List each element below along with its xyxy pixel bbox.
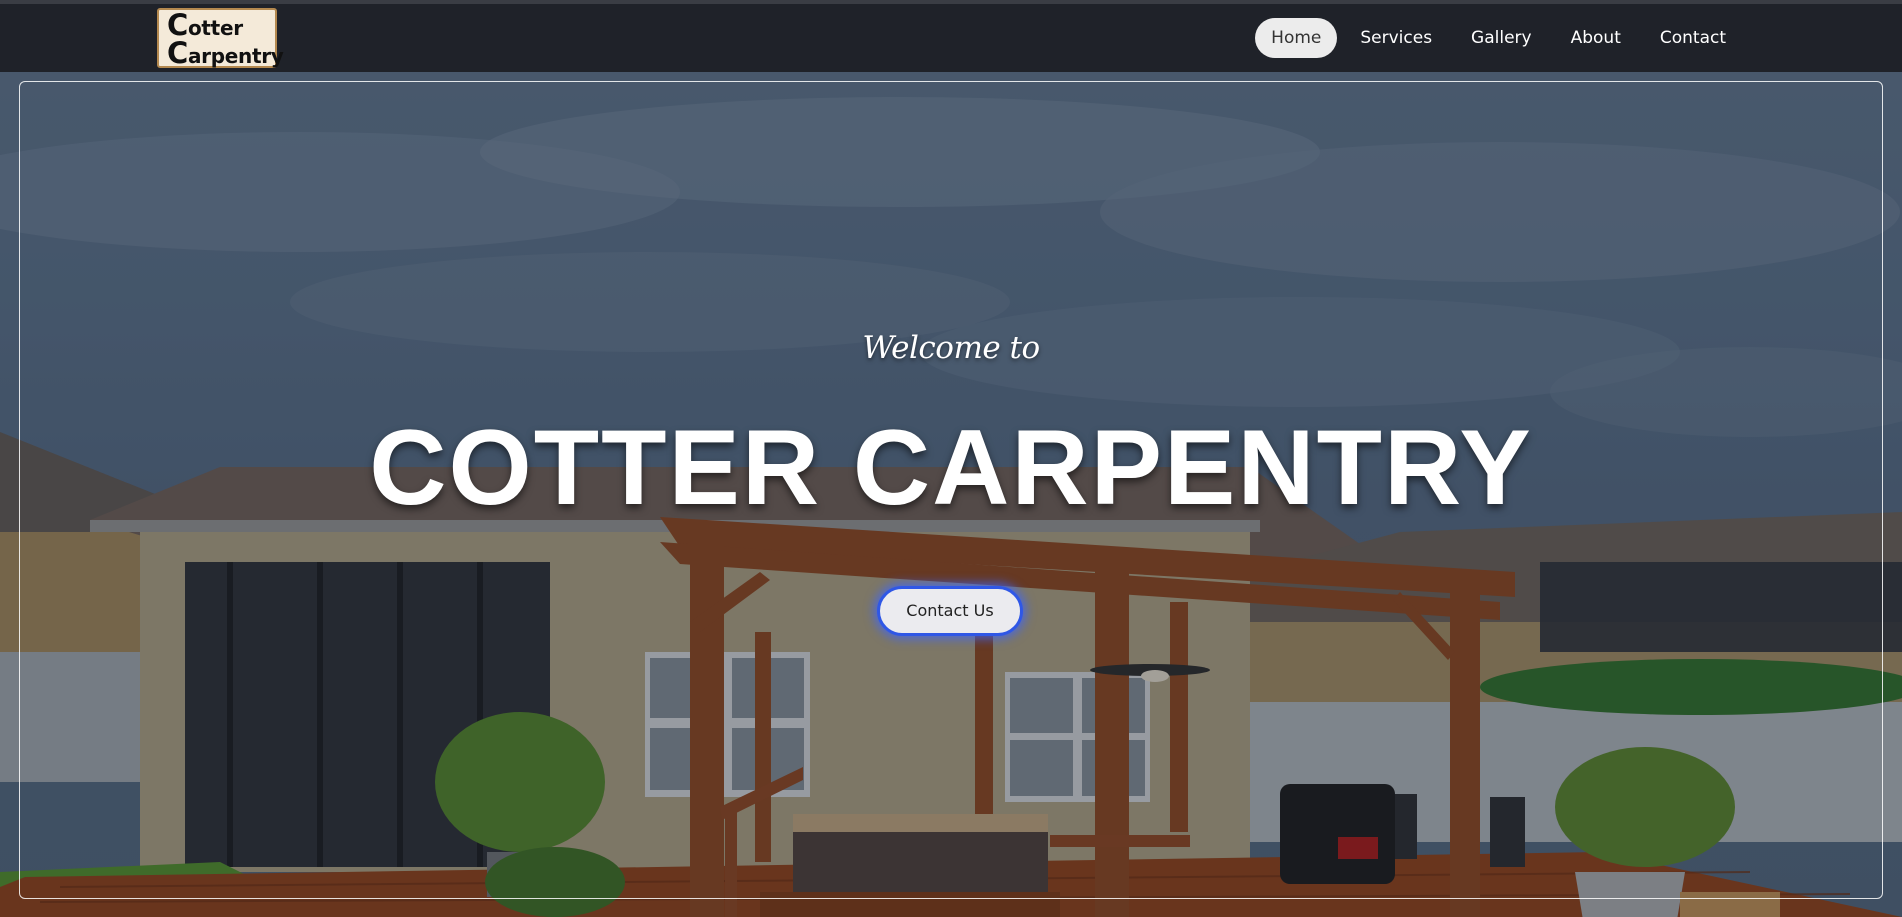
main-nav: Home Services Gallery About Contact xyxy=(1248,18,1742,58)
cotter-carpentry-logo[interactable]: Cotter Carpentry xyxy=(157,8,284,70)
hero-section: Welcome to COTTER CARPENTRY Contact Us xyxy=(0,72,1902,917)
logo-line-2: Carpentry xyxy=(167,36,284,70)
contact-us-button[interactable]: Contact Us xyxy=(877,586,1023,636)
hero-title: COTTER CARPENTRY xyxy=(369,407,1533,527)
nav-item-contact[interactable]: Contact xyxy=(1644,18,1742,58)
hero-welcome-text: Welcome to xyxy=(862,330,1040,366)
site-header: Cotter Carpentry Home Services Gallery A… xyxy=(0,4,1902,72)
nav-item-services[interactable]: Services xyxy=(1344,18,1448,58)
nav-item-about[interactable]: About xyxy=(1555,18,1637,58)
nav-item-gallery[interactable]: Gallery xyxy=(1455,18,1548,58)
nav-item-home[interactable]: Home xyxy=(1255,18,1338,58)
